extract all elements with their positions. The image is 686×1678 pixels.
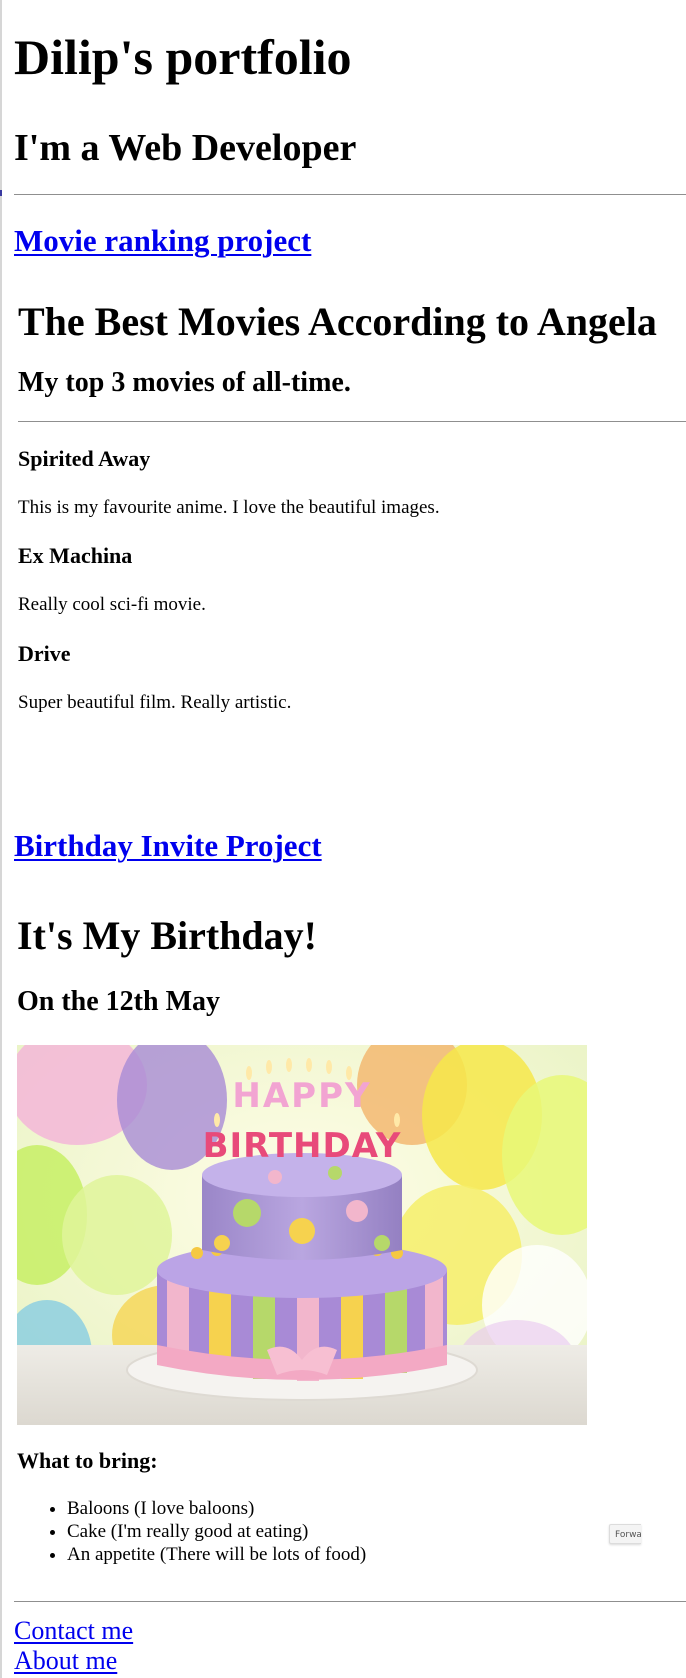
birthday-page-title: It's My Birthday!: [17, 913, 317, 958]
bring-list: Baloons (I love baloons) Cake (I'm reall…: [45, 1497, 366, 1566]
list-item: An appetite (There will be lots of food): [67, 1543, 366, 1566]
contact-me-link[interactable]: Contact me: [14, 1616, 133, 1646]
movie-description: This is my favourite anime. I love the b…: [18, 497, 440, 518]
movie-description: Super beautiful film. Really artistic.: [18, 692, 292, 713]
list-item: Cake (I'm really good at eating): [67, 1520, 366, 1543]
movie-page-title: The Best Movies According to Angela: [18, 299, 657, 344]
birthday-cake-image: HAPPY BIRTHDAY: [17, 1045, 587, 1425]
movie-title: Ex Machina: [18, 543, 133, 568]
birthday-date: On the 12th May: [17, 986, 220, 1017]
header-divider: [14, 194, 686, 195]
forward-overlay-chip[interactable]: Forward: [609, 1524, 641, 1544]
movie-title: Spirited Away: [18, 446, 151, 471]
cake-happy-text: HAPPY: [232, 1076, 371, 1116]
movie-project-embed: The Best Movies According to Angela My t…: [18, 300, 686, 770]
movie-page-subtitle: My top 3 movies of all-time.: [18, 367, 351, 398]
movie-project-link[interactable]: Movie ranking project: [14, 223, 311, 258]
page-left-border: [0, 0, 2, 1678]
cake-birthday-text: BIRTHDAY: [203, 1126, 402, 1166]
page-left-accent: [0, 190, 2, 196]
movie-description: Really cool sci-fi movie.: [18, 594, 206, 615]
bring-heading: What to bring:: [17, 1448, 158, 1473]
about-me-link[interactable]: About me: [14, 1646, 117, 1676]
site-title: Dilip's portfolio: [14, 29, 352, 85]
site-subtitle: I'm a Web Developer: [14, 127, 357, 169]
birthday-project-link[interactable]: Birthday Invite Project: [14, 828, 322, 863]
movie-title: Drive: [18, 641, 71, 666]
list-item: Baloons (I love baloons): [67, 1497, 366, 1520]
birthday-project-embed: It's My Birthday! On the 12th May HAPPY …: [17, 880, 685, 1580]
footer-divider: [14, 1601, 686, 1602]
movie-divider: [18, 421, 686, 422]
